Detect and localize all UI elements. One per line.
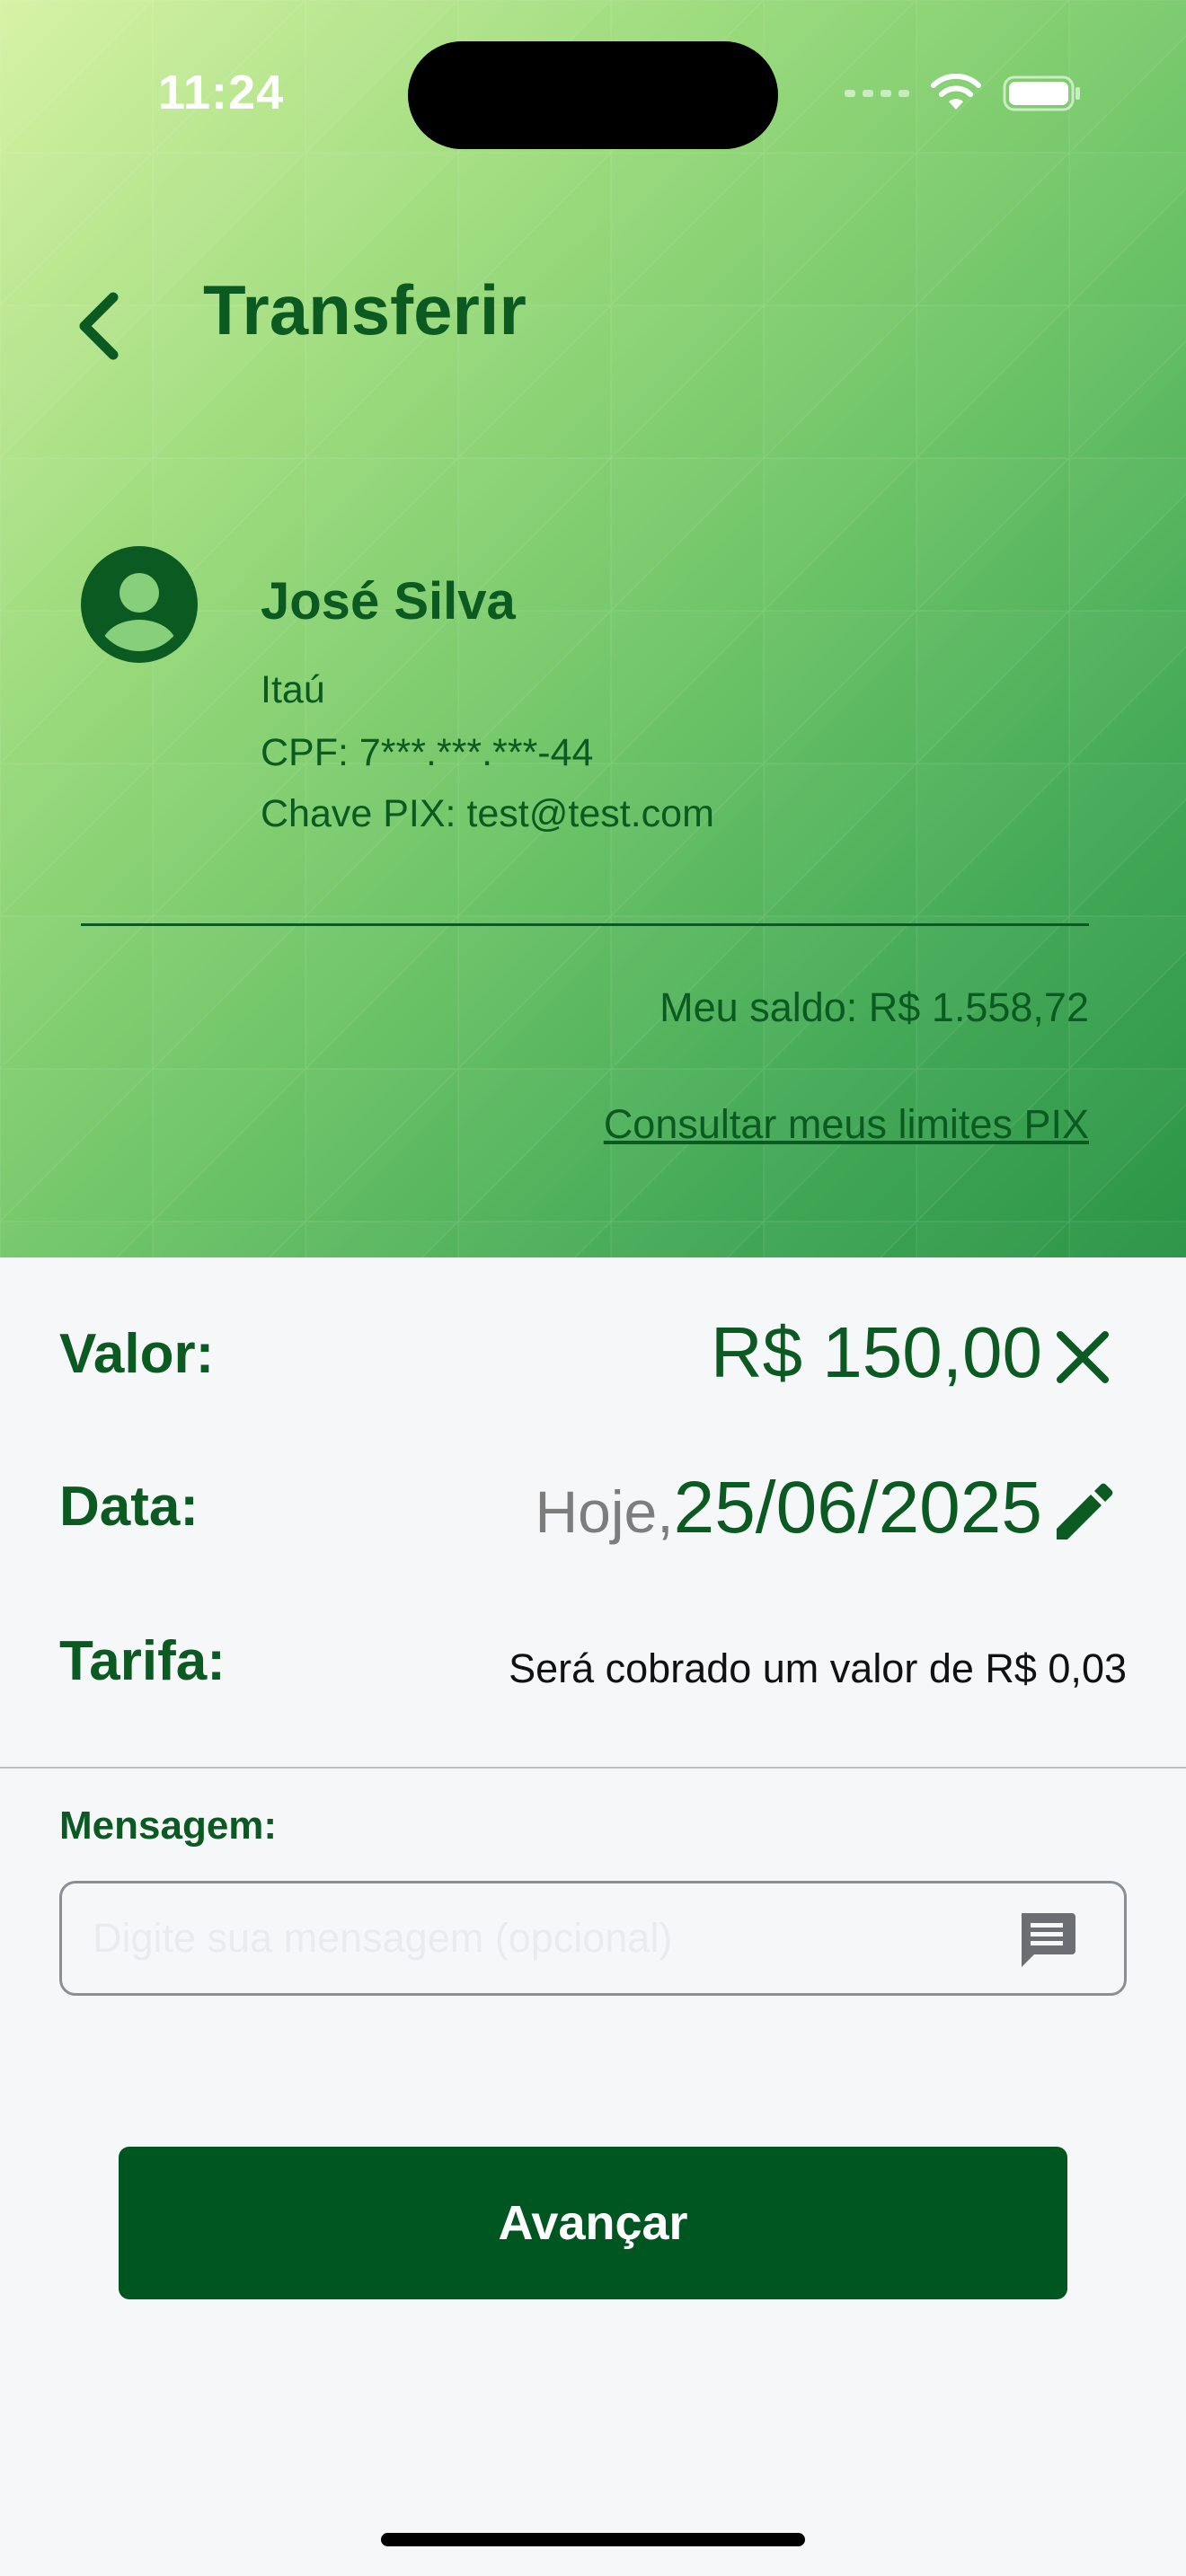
date-text: 25/06/2025	[673, 1467, 1042, 1548]
message-label: Mensagem:	[59, 1804, 278, 1848]
date-today-label: Hoje,	[535, 1478, 674, 1545]
back-button[interactable]	[63, 286, 135, 366]
transfer-screen: 11:24 Transferir José Silva Itaú CPF: 7*…	[0, 0, 1186, 2576]
valor-value[interactable]: R$ 150,00	[711, 1311, 1042, 1394]
home-indicator	[381, 2533, 805, 2546]
recipient-bank: Itaú	[261, 668, 325, 711]
chat-bubble-icon	[1022, 1913, 1075, 1967]
dynamic-island	[408, 41, 778, 149]
page-title: Transferir	[203, 270, 527, 349]
data-label: Data:	[59, 1476, 199, 1538]
battery-icon	[1003, 75, 1080, 111]
tarifa-text: Será cobrado um valor de R$ 0,03	[509, 1645, 1127, 1691]
close-icon[interactable]	[1051, 1326, 1114, 1389]
header-background: 11:24 Transferir José Silva Itaú CPF: 7*…	[0, 0, 1186, 1257]
limits-link[interactable]: Consultar meus limites PIX	[604, 1101, 1089, 1148]
message-input[interactable]	[62, 1914, 1014, 1963]
pencil-icon[interactable]	[1049, 1478, 1118, 1547]
message-field[interactable]	[59, 1881, 1127, 1996]
recipient-cpf: CPF: 7***.***.***-44	[261, 731, 594, 774]
status-icons	[845, 74, 1082, 113]
recipient-pix-key: Chave PIX: test@test.com	[261, 792, 714, 835]
user-avatar-icon	[81, 546, 198, 663]
status-time: 11:24	[158, 66, 285, 119]
tarifa-label: Tarifa:	[59, 1630, 226, 1692]
date-value[interactable]: Hoje, 25/06/2025	[535, 1466, 1042, 1550]
advance-button[interactable]: Avançar	[119, 2147, 1067, 2299]
valor-label: Valor:	[59, 1323, 215, 1385]
form-divider	[0, 1767, 1186, 1769]
balance-text: Meu saldo: R$ 1.558,72	[659, 984, 1089, 1030]
recipient-name: José Silva	[261, 572, 516, 631]
signal-icon	[845, 90, 909, 97]
chevron-left-icon	[79, 292, 119, 360]
header-divider	[81, 923, 1089, 926]
wifi-icon	[931, 74, 981, 110]
